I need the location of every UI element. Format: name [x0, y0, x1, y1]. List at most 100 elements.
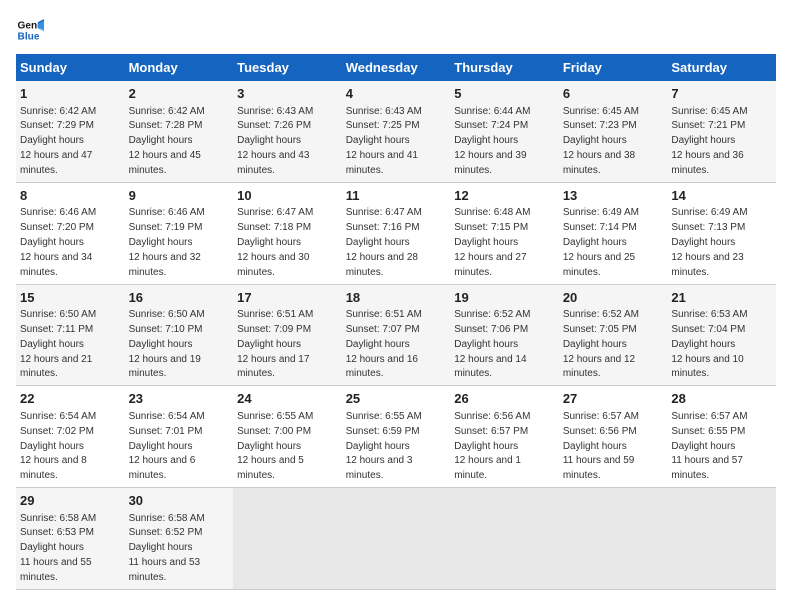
calendar-day-12: 12Sunrise: 6:48 AMSunset: 7:15 PMDayligh…: [450, 182, 559, 284]
calendar-day-22: 22Sunrise: 6:54 AMSunset: 7:02 PMDayligh…: [16, 386, 125, 488]
day-number: 8: [20, 187, 121, 205]
calendar-table: SundayMondayTuesdayWednesdayThursdayFrid…: [16, 54, 776, 590]
sunrise-info: Sunrise: 6:43 AM: [346, 106, 422, 117]
day-number: 6: [563, 85, 664, 103]
calendar-day-26: 26Sunrise: 6:56 AMSunset: 6:57 PMDayligh…: [450, 386, 559, 488]
sunrise-info: Sunrise: 6:53 AM: [671, 309, 747, 320]
daylight-label: Daylight hours: [129, 135, 193, 146]
calendar-day-11: 11Sunrise: 6:47 AMSunset: 7:16 PMDayligh…: [342, 182, 451, 284]
daylight-label: Daylight hours: [129, 237, 193, 248]
calendar-day-15: 15Sunrise: 6:50 AMSunset: 7:11 PMDayligh…: [16, 284, 125, 386]
daylight-value: 12 hours and 1 minute.: [454, 455, 521, 481]
daylight-label: Daylight hours: [346, 441, 410, 452]
sunset-info: Sunset: 7:20 PM: [20, 222, 94, 233]
day-number: 13: [563, 187, 664, 205]
sunrise-info: Sunrise: 6:46 AM: [129, 207, 205, 218]
day-number: 3: [237, 85, 338, 103]
calendar-day-29: 29 Sunrise: 6:58 AM Sunset: 6:53 PM Dayligh…: [16, 488, 125, 590]
sunset-info: Sunset: 7:09 PM: [237, 324, 311, 335]
sunrise-info: Sunrise: 6:58 AM: [129, 513, 205, 524]
sunrise-info: Sunrise: 6:51 AM: [346, 309, 422, 320]
calendar-day-21: 21Sunrise: 6:53 AMSunset: 7:04 PMDayligh…: [667, 284, 776, 386]
daylight-label: Daylight hours: [20, 135, 84, 146]
daylight-label: Daylight hours: [563, 135, 627, 146]
empty-cell: [450, 488, 559, 590]
daylight-label: Daylight hours: [671, 237, 735, 248]
header-day-thursday: Thursday: [450, 54, 559, 81]
svg-text:Blue: Blue: [18, 31, 40, 42]
daylight-label: Daylight hours: [454, 237, 518, 248]
sunrise-info: Sunrise: 6:57 AM: [563, 411, 639, 422]
sunrise-info: Sunrise: 6:52 AM: [563, 309, 639, 320]
empty-cell: [342, 488, 451, 590]
calendar-day-25: 25Sunrise: 6:55 AMSunset: 6:59 PMDayligh…: [342, 386, 451, 488]
sunrise-info: Sunrise: 6:55 AM: [346, 411, 422, 422]
daylight-label: Daylight hours: [129, 339, 193, 350]
daylight-value: 12 hours and 8 minutes.: [20, 455, 87, 481]
empty-cell: [233, 488, 342, 590]
sunrise-info: Sunrise: 6:55 AM: [237, 411, 313, 422]
daylight-label: Daylight hours: [671, 339, 735, 350]
calendar-day-6: 6Sunrise: 6:45 AMSunset: 7:23 PMDaylight…: [559, 81, 668, 182]
daylight-label: Daylight hours: [237, 441, 301, 452]
calendar-day-16: 16Sunrise: 6:50 AMSunset: 7:10 PMDayligh…: [125, 284, 234, 386]
calendar-day-4: 4Sunrise: 6:43 AMSunset: 7:25 PMDaylight…: [342, 81, 451, 182]
day-number: 28: [671, 390, 772, 408]
sunset-info: Sunset: 7:23 PM: [563, 120, 637, 131]
header-day-tuesday: Tuesday: [233, 54, 342, 81]
daylight-value: 12 hours and 32 minutes.: [129, 252, 201, 278]
calendar-day-2: 2Sunrise: 6:42 AMSunset: 7:28 PMDaylight…: [125, 81, 234, 182]
sunset-info: Sunset: 7:05 PM: [563, 324, 637, 335]
sunset-info: Sunset: 7:02 PM: [20, 426, 94, 437]
empty-cell: [559, 488, 668, 590]
logo: General Blue: [16, 16, 48, 44]
day-number: 23: [129, 390, 230, 408]
calendar-day-24: 24Sunrise: 6:55 AMSunset: 7:00 PMDayligh…: [233, 386, 342, 488]
sunset-info: Sunset: 7:21 PM: [671, 120, 745, 131]
calendar-week-1: 1Sunrise: 6:42 AMSunset: 7:29 PMDaylight…: [16, 81, 776, 182]
calendar-day-8: 8Sunrise: 6:46 AMSunset: 7:20 PMDaylight…: [16, 182, 125, 284]
daylight-value: 12 hours and 30 minutes.: [237, 252, 309, 278]
sunrise-info: Sunrise: 6:42 AM: [20, 106, 96, 117]
day-number: 24: [237, 390, 338, 408]
day-number: 22: [20, 390, 121, 408]
daylight-value: 12 hours and 25 minutes.: [563, 252, 635, 278]
calendar-day-23: 23Sunrise: 6:54 AMSunset: 7:01 PMDayligh…: [125, 386, 234, 488]
daylight-value: 12 hours and 27 minutes.: [454, 252, 526, 278]
sunrise-info: Sunrise: 6:58 AM: [20, 513, 96, 524]
sunset-info: Sunset: 7:14 PM: [563, 222, 637, 233]
sunset-info: Sunset: 7:25 PM: [346, 120, 420, 131]
day-number: 29: [20, 492, 121, 510]
daylight-label: Daylight hours: [20, 441, 84, 452]
header-day-saturday: Saturday: [667, 54, 776, 81]
daylight-value: 11 hours and 57 minutes.: [671, 455, 743, 481]
day-number: 15: [20, 289, 121, 307]
calendar-day-9: 9Sunrise: 6:46 AMSunset: 7:19 PMDaylight…: [125, 182, 234, 284]
calendar-day-19: 19Sunrise: 6:52 AMSunset: 7:06 PMDayligh…: [450, 284, 559, 386]
daylight-value: 11 hours and 53 minutes.: [129, 557, 201, 583]
header-row: SundayMondayTuesdayWednesdayThursdayFrid…: [16, 54, 776, 81]
daylight-value: 12 hours and 17 minutes.: [237, 354, 309, 380]
sunrise-info: Sunrise: 6:47 AM: [346, 207, 422, 218]
sunset-info: Sunset: 7:11 PM: [20, 324, 93, 335]
logo-icon: General Blue: [16, 16, 44, 44]
sunset-info: Sunset: 7:29 PM: [20, 120, 94, 131]
daylight-label: Daylight hours: [563, 237, 627, 248]
daylight-label: Daylight hours: [563, 441, 627, 452]
daylight-label: Daylight hours: [454, 135, 518, 146]
calendar-day-20: 20Sunrise: 6:52 AMSunset: 7:05 PMDayligh…: [559, 284, 668, 386]
sunset-info: Sunset: 7:01 PM: [129, 426, 203, 437]
sunset-info: Sunset: 7:13 PM: [671, 222, 745, 233]
daylight-value: 12 hours and 16 minutes.: [346, 354, 418, 380]
sunset-info: Sunset: 7:24 PM: [454, 120, 528, 131]
daylight-value: 12 hours and 41 minutes.: [346, 150, 418, 176]
day-number: 26: [454, 390, 555, 408]
sunset-info: Sunset: 7:10 PM: [129, 324, 203, 335]
day-number: 14: [671, 187, 772, 205]
sunset-info: Sunset: 6:57 PM: [454, 426, 528, 437]
sunrise-info: Sunrise: 6:49 AM: [671, 207, 747, 218]
calendar-week-3: 15Sunrise: 6:50 AMSunset: 7:11 PMDayligh…: [16, 284, 776, 386]
daylight-label: Daylight hours: [237, 237, 301, 248]
sunset-info: Sunset: 6:53 PM: [20, 527, 94, 538]
daylight-label: Daylight hours: [20, 542, 84, 553]
